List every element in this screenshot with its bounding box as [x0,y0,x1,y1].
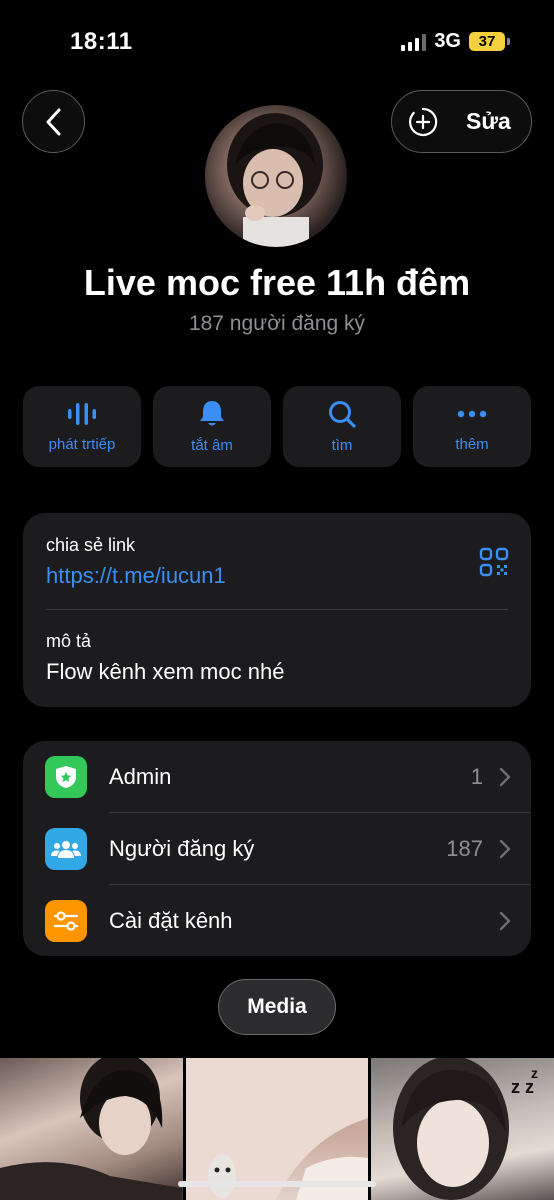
live-stream-label: phát trtiếp [48,436,116,453]
chevron-left-icon [46,108,60,135]
battery-level: 37 [469,32,505,51]
list-item-admin[interactable]: Admin 1 [23,741,531,812]
chevron-right-icon [499,839,511,858]
channel-title: Live moc free 11h đêm [83,262,471,303]
more-icon [457,410,487,418]
media-thumbnail[interactable]: z z z [371,1058,554,1200]
media-thumbnail[interactable] [0,1058,183,1200]
sliders-icon [45,899,87,942]
media-grid: z z z [0,1058,554,1200]
list-item-subscribers[interactable]: Người đăng ký 187 [23,813,531,884]
description-text: Flow kênh xem moc nhé [46,659,285,684]
edit-button[interactable]: Sửa [391,90,532,153]
back-button[interactable] [22,90,85,153]
qr-code-icon[interactable] [479,547,509,582]
search-label: tìm [331,437,353,454]
tab-media[interactable]: Media [218,979,336,1035]
status-indicators: 3G 37 [401,30,510,53]
svg-text:z: z [531,1065,538,1081]
signal-icon [401,33,427,51]
network-type: 3G [434,30,461,52]
share-link-label: chia sẻ link [46,535,136,555]
bell-icon [200,401,224,426]
channel-avatar[interactable] [205,105,347,247]
more-button[interactable]: thêm [413,386,531,467]
channel-settings-list: Admin 1 Người đăng ký 187 Cài đặt kênh [23,741,531,956]
mute-button[interactable]: tắt âm [153,386,271,467]
subscribers-label: Người đăng ký [109,835,255,861]
description-label: mô tả [46,631,92,651]
subscriber-count: 187 người đăng ký [188,312,366,335]
info-divider [46,609,508,610]
mute-label: tắt âm [191,437,233,454]
more-label: thêm [455,436,489,453]
chevron-right-icon [499,911,511,930]
info-card: chia sẻ link https://t.me/iucun1 mô tả F… [23,513,531,707]
media-thumbnail[interactable] [185,1058,369,1200]
edit-label: Sửa [466,108,511,134]
search-icon [329,401,356,428]
admin-shield-icon [45,755,87,798]
home-indicator [178,1181,376,1187]
action-bar: phát trtiếp tắt âm tìm thêm [23,386,531,467]
channel-settings-label: Cài đặt kênh [109,907,233,933]
status-bar: 18:11 3G 37 [0,0,554,80]
admin-label: Admin [109,763,172,789]
edit-circle-plus-icon [409,107,438,136]
chevron-right-icon [499,767,511,786]
subscribers-count: 187 [446,835,483,861]
people-icon [45,827,87,870]
battery-icon: 37 [469,32,510,51]
admin-count: 1 [470,763,483,789]
live-stream-icon [68,403,96,425]
status-time: 18:11 [70,28,133,55]
search-button[interactable]: tìm [283,386,401,467]
list-item-channel-settings[interactable]: Cài đặt kênh [23,885,531,956]
share-link[interactable]: https://t.me/iucun1 [46,563,226,589]
live-stream-button[interactable]: phát trtiếp [23,386,141,467]
